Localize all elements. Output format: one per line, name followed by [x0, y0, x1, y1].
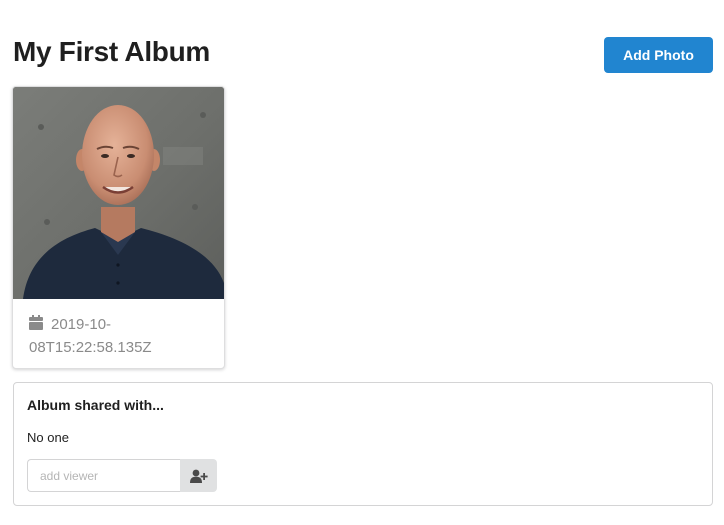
share-heading: Album shared with... [27, 397, 164, 413]
add-photo-button[interactable]: Add Photo [604, 37, 713, 73]
photo-date: 2019-10-08T15:22:58.135Z [29, 313, 219, 359]
album-page: My First Album Add Photo 2019-10-08T15:2… [0, 0, 724, 525]
add-viewer-button[interactable] [180, 459, 217, 492]
share-status: No one [27, 430, 69, 445]
share-panel: Album shared with... No one [13, 382, 713, 506]
album-title: My First Album [13, 36, 210, 67]
photo-image [13, 87, 224, 299]
add-viewer-input[interactable] [27, 459, 181, 492]
photo-card[interactable]: 2019-10-08T15:22:58.135Z [12, 86, 225, 369]
photo-date-text: 2019-10-08T15:22:58.135Z [29, 316, 152, 356]
add-user-icon [189, 469, 208, 483]
calendar-icon [29, 315, 43, 330]
